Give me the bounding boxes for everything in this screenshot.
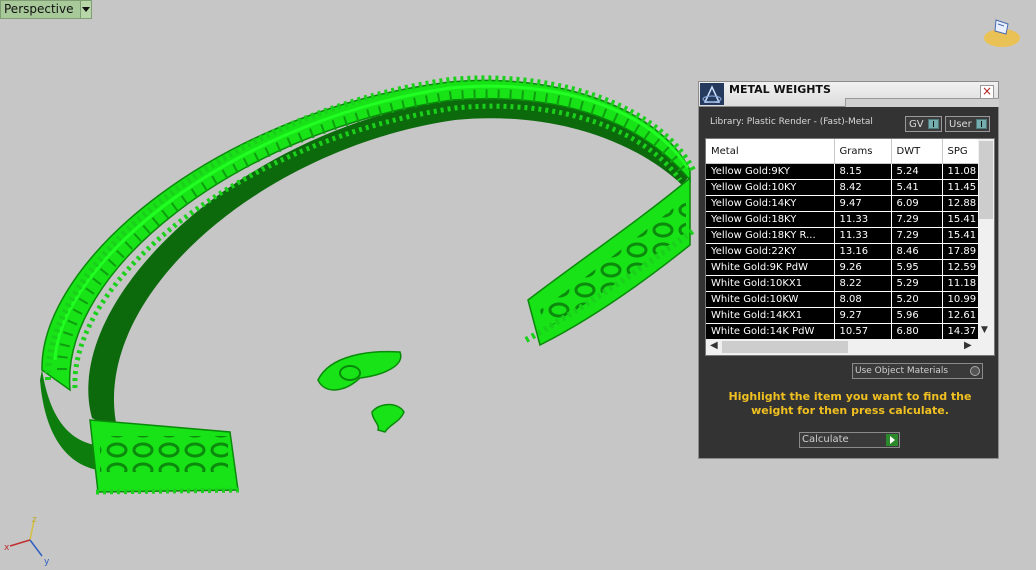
dwt-cell: 8.46: [891, 243, 943, 260]
metal-cell: Yellow Gold:14KY: [706, 195, 835, 212]
spg-cell: 12.59: [942, 259, 978, 276]
table-row[interactable]: Yellow Gold:22KY 13.16 8.46 17.89: [706, 243, 978, 260]
table-row[interactable]: White Gold:9K PdW 9.26 5.95 12.59: [706, 259, 978, 276]
play-arrow-icon[interactable]: [886, 434, 898, 446]
gv-toggle-icon: [928, 119, 939, 129]
spg-cell: 11.18: [942, 275, 978, 292]
gv-button[interactable]: GV: [905, 116, 942, 132]
metal-cell: White Gold:14K PdW: [706, 323, 835, 339]
panel-title: METAL WEIGHTS: [729, 83, 831, 96]
axis-z-label: z: [32, 515, 37, 525]
spg-cell: 11.45: [942, 179, 978, 196]
library-label: Library: Plastic Render - (Fast)-Metal: [710, 117, 873, 127]
grams-cell: 8.08: [834, 291, 892, 308]
metal-cell: Yellow Gold:9KY: [706, 163, 835, 180]
dwt-cell: 5.95: [891, 259, 943, 276]
close-button[interactable]: ×: [980, 85, 994, 99]
navigation-cube-icon[interactable]: [984, 19, 1020, 47]
dwt-cell: 5.96: [891, 307, 943, 324]
radio-icon[interactable]: [970, 366, 980, 376]
user-button[interactable]: User: [945, 116, 990, 132]
metal-cell: White Gold:10KW: [706, 291, 835, 308]
table-row[interactable]: White Gold:10KW 8.08 5.20 10.99: [706, 291, 978, 308]
calculate-button[interactable]: Calculate: [799, 432, 900, 448]
table-row[interactable]: Yellow Gold:9KY 8.15 5.24 11.08: [706, 163, 978, 180]
use-object-materials-toggle[interactable]: Use Object Materials: [852, 363, 983, 379]
dwt-cell: 5.41: [891, 179, 943, 196]
table-row[interactable]: Yellow Gold:14KY 9.47 6.09 12.88: [706, 195, 978, 212]
vertical-scroll-thumb[interactable]: [979, 141, 993, 219]
spg-cell: 11.08: [942, 163, 978, 180]
vertical-scrollbar[interactable]: ▼: [978, 139, 994, 339]
metal-weights-table[interactable]: Metal Grams DWT SPG Yellow Gold:9KY 8.15 5…: [705, 138, 995, 356]
grams-cell: 8.42: [834, 179, 892, 196]
metal-cell: Yellow Gold:10KY: [706, 179, 835, 196]
spg-cell: 15.41: [942, 211, 978, 228]
axis-y-label: y: [44, 557, 50, 567]
spg-cell: 12.61: [942, 307, 978, 324]
metal-cell: White Gold:9K PdW: [706, 259, 835, 276]
app-logo-icon: [700, 83, 724, 105]
grams-cell: 8.15: [834, 163, 892, 180]
grams-cell: 9.26: [834, 259, 892, 276]
grams-cell: 9.47: [834, 195, 892, 212]
user-toggle-icon: [976, 119, 987, 129]
panel-titlebar[interactable]: METAL WEIGHTS ×: [699, 82, 999, 107]
table-row[interactable]: White Gold:10KX1 8.22 5.29 11.18: [706, 275, 978, 292]
column-header-metal[interactable]: Metal: [706, 139, 835, 164]
metal-cell: White Gold:14KX1: [706, 307, 835, 324]
table-row[interactable]: Yellow Gold:18KY 11.33 7.29 15.41: [706, 211, 978, 228]
dwt-cell: 5.24: [891, 163, 943, 180]
spg-cell: 12.88: [942, 195, 978, 212]
dwt-cell: 6.09: [891, 195, 943, 212]
grams-cell: 10.57: [834, 323, 892, 339]
instruction-text: Highlight the item you want to find the …: [728, 390, 972, 417]
table-header-row: Metal Grams DWT SPG: [706, 139, 978, 164]
axis-gizmo-icon: z x y: [4, 515, 50, 567]
titlebar-tab-strip: [845, 98, 999, 107]
user-label: User: [949, 118, 972, 130]
grams-cell: 8.22: [834, 275, 892, 292]
axis-x-label: x: [4, 543, 10, 553]
grams-cell: 9.27: [834, 307, 892, 324]
grams-cell: 13.16: [834, 243, 892, 260]
dwt-cell: 6.80: [891, 323, 943, 339]
scroll-down-arrow-icon[interactable]: ▼: [981, 325, 988, 335]
horizontal-scrollbar[interactable]: ◀ ▶: [706, 339, 994, 355]
bangle-model[interactable]: [40, 75, 697, 495]
metal-cell: Yellow Gold:18KY R...: [706, 227, 835, 244]
metal-cell: Yellow Gold:22KY: [706, 243, 835, 260]
spg-cell: 14.37: [942, 323, 978, 339]
grams-cell: 11.33: [834, 211, 892, 228]
table-row[interactable]: Yellow Gold:10KY 8.42 5.41 11.45: [706, 179, 978, 196]
calculate-label: Calculate: [802, 434, 849, 445]
horizontal-scroll-thumb[interactable]: [722, 341, 848, 353]
dwt-cell: 5.29: [891, 275, 943, 292]
gv-label: GV: [909, 118, 924, 130]
table-row[interactable]: White Gold:14K PdW 10.57 6.80 14.37: [706, 323, 978, 339]
metal-cell: White Gold:10KX1: [706, 275, 835, 292]
metal-cell: Yellow Gold:18KY: [706, 211, 835, 228]
metal-weights-panel: METAL WEIGHTS × Library: Plastic Render …: [698, 81, 999, 459]
dwt-cell: 7.29: [891, 227, 943, 244]
spg-cell: 10.99: [942, 291, 978, 308]
spg-cell: 17.89: [942, 243, 978, 260]
spg-cell: 15.41: [942, 227, 978, 244]
grams-cell: 11.33: [834, 227, 892, 244]
table-row[interactable]: Yellow Gold:18KY R... 11.33 7.29 15.41: [706, 227, 978, 244]
scroll-right-arrow-icon[interactable]: ▶: [964, 340, 972, 351]
column-header-grams[interactable]: Grams: [834, 139, 892, 164]
table-row[interactable]: White Gold:14KX1 9.27 5.96 12.61: [706, 307, 978, 324]
dwt-cell: 7.29: [891, 211, 943, 228]
scroll-left-arrow-icon[interactable]: ◀: [710, 340, 718, 351]
use-object-materials-label: Use Object Materials: [855, 366, 949, 376]
dwt-cell: 5.20: [891, 291, 943, 308]
column-header-dwt[interactable]: DWT: [891, 139, 943, 164]
column-header-spg[interactable]: SPG: [942, 139, 978, 164]
